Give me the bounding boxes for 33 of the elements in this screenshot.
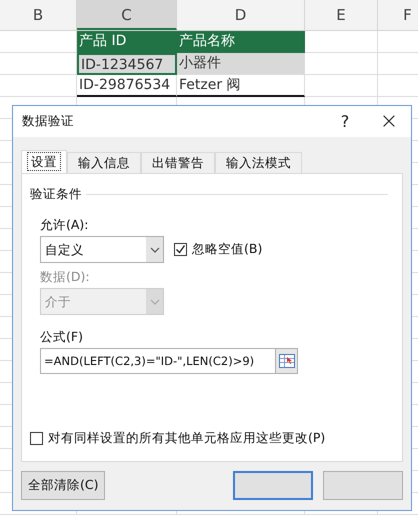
- close-button[interactable]: ×: [367, 106, 411, 136]
- grid-arrow-icon: [278, 354, 294, 368]
- chevron-down-icon: [150, 246, 160, 252]
- column-header[interactable]: F: [378, 0, 418, 30]
- table-cell: 小器件: [177, 53, 305, 75]
- tab[interactable]: 出错警告: [141, 152, 215, 174]
- table-cell: 产品名称: [177, 31, 305, 53]
- clear-all-button[interactable]: 全部清除(C): [21, 471, 106, 500]
- group-label: 验证条件: [30, 186, 82, 203]
- column-header[interactable]: D: [177, 0, 305, 30]
- window-title: 数据验证: [22, 113, 75, 130]
- table-cell: Fetzer 阀: [177, 75, 305, 97]
- formula-field[interactable]: =AND(LEFT(C2,3)="ID-",LEN(C2)>9): [40, 348, 276, 374]
- table-cell: ID-29876534: [77, 75, 177, 97]
- tab[interactable]: 输入法模式: [215, 152, 302, 174]
- checkbox[interactable]: [174, 243, 187, 256]
- tab[interactable]: 输入信息: [67, 152, 141, 174]
- checkbox-label: 忽略空值(B): [192, 241, 262, 258]
- checkbox[interactable]: [30, 432, 43, 445]
- field-label: 允许(A):: [40, 217, 90, 232]
- table-cell: ID-1234567: [77, 53, 177, 75]
- checkbox-label: 对有同样设置的所有其他单元格应用这些更改(P): [48, 430, 326, 447]
- dropdown[interactable]: 自定义: [40, 236, 164, 263]
- chevron-down-icon: [150, 298, 160, 304]
- column-header[interactable]: E: [305, 0, 378, 30]
- field-label: 数据(D):: [40, 269, 91, 284]
- field-label: 公式(F): [40, 329, 84, 344]
- tab[interactable]: 设置: [21, 150, 67, 174]
- default-button[interactable]: [233, 471, 313, 500]
- range-select-button[interactable]: [276, 348, 298, 374]
- help-button[interactable]: ?: [323, 106, 367, 136]
- column-header[interactable]: C: [77, 0, 177, 30]
- table-cell: 产品 ID: [77, 31, 177, 53]
